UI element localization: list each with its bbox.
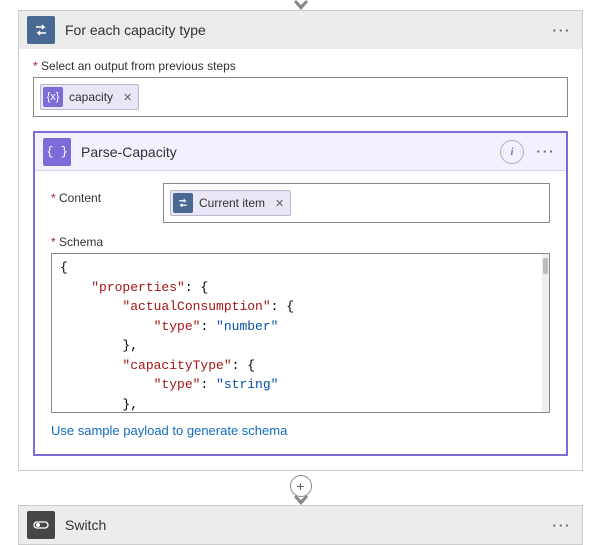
parse-json-icon: { } xyxy=(43,138,71,166)
remove-capacity-token[interactable]: ✕ xyxy=(123,91,132,104)
variable-icon: {x} xyxy=(43,87,63,107)
remove-current-item-token[interactable]: ✕ xyxy=(275,197,284,210)
switch-icon xyxy=(27,511,55,539)
current-item-label: Current item xyxy=(199,196,265,210)
switch-card: Switch ··· xyxy=(18,505,583,545)
ellipsis-icon: ··· xyxy=(553,23,572,38)
foreach-card: For each capacity type ··· Select an out… xyxy=(18,10,583,471)
parse-menu-button[interactable]: ··· xyxy=(534,140,558,164)
current-item-token[interactable]: Current item ✕ xyxy=(170,190,291,216)
capacity-token[interactable]: {x} capacity ✕ xyxy=(40,84,139,110)
content-input[interactable]: Current item ✕ xyxy=(163,183,550,223)
content-label: Content xyxy=(51,191,151,205)
loop-icon xyxy=(27,16,55,44)
capacity-token-label: capacity xyxy=(69,90,113,104)
foreach-header[interactable]: For each capacity type ··· xyxy=(19,11,582,49)
switch-title: Switch xyxy=(65,517,540,533)
foreach-title: For each capacity type xyxy=(65,22,540,38)
sample-payload-link[interactable]: Use sample payload to generate schema xyxy=(51,423,287,438)
foreach-menu-button[interactable]: ··· xyxy=(550,18,574,42)
parse-title: Parse-Capacity xyxy=(81,144,490,160)
switch-header[interactable]: Switch ··· xyxy=(19,506,582,544)
parse-header[interactable]: { } Parse-Capacity i ··· xyxy=(35,133,566,171)
ellipsis-icon: ··· xyxy=(537,144,556,159)
schema-label: Schema xyxy=(51,235,550,249)
schema-textarea[interactable]: { "properties": { "actualConsumption": {… xyxy=(51,253,550,413)
switch-menu-button[interactable]: ··· xyxy=(550,513,574,537)
select-output-label: Select an output from previous steps xyxy=(33,59,568,73)
loop-item-icon xyxy=(173,193,193,213)
arrow-down-icon xyxy=(294,0,308,10)
add-step-button[interactable]: + xyxy=(290,475,312,497)
select-output-input[interactable]: {x} capacity ✕ xyxy=(33,77,568,117)
info-button[interactable]: i xyxy=(500,140,524,164)
scrollbar[interactable] xyxy=(542,254,549,412)
ellipsis-icon: ··· xyxy=(553,518,572,533)
parse-capacity-card: { } Parse-Capacity i ··· Content xyxy=(33,131,568,456)
